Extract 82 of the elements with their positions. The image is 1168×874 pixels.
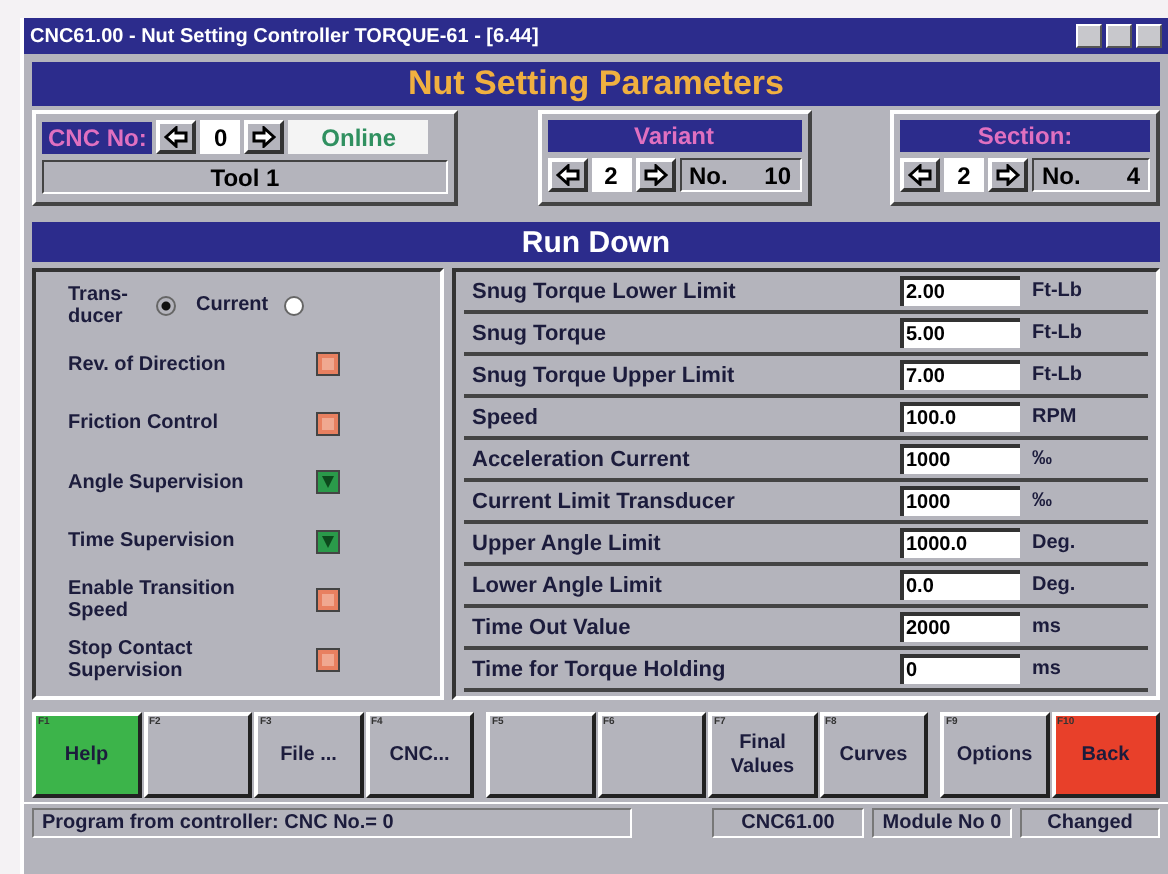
next-button[interactable] [635, 158, 675, 192]
unit-label: Ft-Lb [1032, 280, 1082, 302]
left-arrow-icon [908, 164, 932, 186]
option-label: Friction Control [68, 412, 220, 435]
checkbox[interactable] [316, 588, 340, 613]
right-arrow-icon [643, 164, 667, 186]
input-field[interactable]: 100.0 [900, 402, 1020, 432]
status-indicator: Online [288, 120, 429, 154]
section-heading: Run Down [32, 222, 1160, 262]
number-value: 4 [1126, 161, 1140, 189]
parameter-label: Current Limit Transducer [470, 489, 737, 513]
variant-title: Variant [547, 120, 801, 152]
number-value: 10 [764, 161, 791, 189]
radio-label: Trans-ducer [68, 283, 131, 328]
input-field[interactable]: 7.00 [900, 360, 1020, 390]
option-label: Enable Transition Speed [68, 578, 237, 623]
check-icon [320, 474, 336, 491]
input-field[interactable]: 2000 [900, 612, 1020, 642]
maximize-button[interactable] [1106, 24, 1132, 48]
status-message: Program from controller: CNC No.= 0 [32, 808, 632, 838]
input-field[interactable]: 5.00 [900, 318, 1020, 348]
status-field: Changed [1020, 808, 1160, 838]
unit-label: Deg. [1032, 532, 1076, 554]
input-field[interactable]: 1000 [900, 444, 1020, 474]
right-arrow-icon [252, 126, 277, 148]
window-title: CNC61.00 - Nut Setting Controller TORQUE-61 - [6.44] [30, 25, 539, 47]
unit-label: Ft-Lb [1032, 322, 1082, 344]
parameter-label: Speed [470, 405, 541, 429]
parameter-label: Snug Torque Upper Limit [470, 363, 737, 387]
unit-label: RPM [1032, 406, 1077, 428]
page-heading: Nut Setting Parameters [32, 62, 1160, 106]
next-button[interactable] [988, 158, 1028, 192]
checkbox[interactable] [316, 470, 340, 495]
option-label: Rev. of Direction [68, 353, 228, 376]
cnc-label: CNC No: [42, 121, 153, 153]
left-arrow-icon [164, 126, 189, 148]
previous-button[interactable] [156, 120, 197, 154]
checkbox[interactable] [316, 529, 340, 554]
input-field[interactable]: 0 [900, 654, 1020, 684]
number-value: 2 [591, 158, 631, 192]
unit-label: ms [1032, 658, 1061, 680]
input-field[interactable]: 1000.0 [900, 528, 1020, 558]
unit-label: ‰ [1032, 490, 1052, 512]
status-field: CNC61.00 [712, 808, 864, 838]
parameter-label: Time Out Value [470, 615, 633, 639]
parameter-label: Snug Torque [470, 321, 609, 345]
close-button[interactable] [1136, 24, 1162, 48]
check-icon [320, 533, 336, 550]
radio-button[interactable] [156, 295, 176, 316]
input-field[interactable]: 0.0 [900, 570, 1020, 600]
checkbox[interactable] [316, 352, 340, 377]
input-field[interactable]: 1000 [900, 486, 1020, 516]
parameter-label: Time for Torque Holding [470, 657, 728, 681]
status-field: Module No 0 [872, 808, 1012, 838]
checkbox[interactable] [316, 647, 340, 672]
previous-button[interactable] [900, 158, 940, 192]
number-label: No. [689, 161, 728, 189]
option-label: Angle Supervision [68, 471, 246, 494]
right-arrow-icon [996, 164, 1020, 186]
minimize-button[interactable] [1076, 24, 1102, 48]
unit-label: ‰ [1032, 448, 1052, 470]
parameter-label: Snug Torque Lower Limit [470, 279, 738, 303]
unit-label: Deg. [1032, 574, 1076, 596]
parameter-label: Acceleration Current [470, 447, 692, 471]
unit-label: Ft-Lb [1032, 364, 1082, 386]
number-label: No. [1042, 161, 1081, 189]
tool-name: Tool 1 [42, 160, 448, 194]
option-label: Stop Contact Supervision [68, 637, 195, 682]
checkbox[interactable] [316, 411, 340, 436]
unit-label: ms [1032, 616, 1061, 638]
left-arrow-icon [555, 164, 579, 186]
option-label: Time Supervision [68, 530, 237, 553]
next-button[interactable] [244, 120, 285, 154]
radio-label: Current [196, 294, 269, 317]
section-title: Section: [900, 120, 1150, 152]
radio-button[interactable] [284, 295, 305, 316]
input-field[interactable]: 2.00 [900, 276, 1020, 306]
parameter-label: Lower Angle Limit [470, 573, 664, 597]
number-value: 2 [944, 158, 984, 192]
parameter-label: Upper Angle Limit [470, 531, 663, 555]
number-value: 0 [200, 120, 241, 154]
previous-button[interactable] [547, 158, 587, 192]
